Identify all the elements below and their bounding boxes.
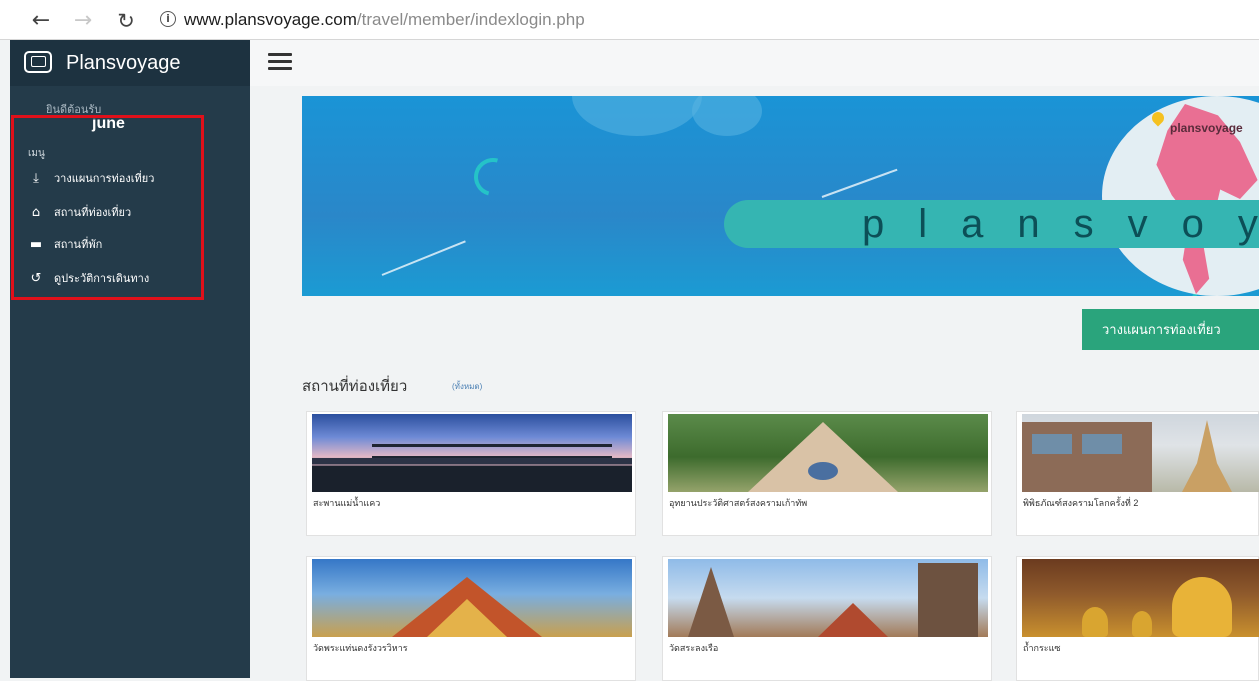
url-host: www.plansvoyage.com <box>184 10 357 29</box>
attraction-card[interactable]: สะพานแม่น้ำแคว <box>306 411 636 536</box>
back-arrow-icon[interactable]: ← <box>28 8 54 34</box>
decor-bubble <box>572 96 702 136</box>
section-title: สถานที่ท่องเที่ยว <box>302 378 408 395</box>
attraction-card[interactable]: วัดสระลงเรือ <box>662 556 992 681</box>
forward-arrow-icon[interactable]: → <box>70 8 96 34</box>
brand-bar[interactable]: Plansvoyage <box>10 40 250 86</box>
attraction-photo <box>312 559 632 637</box>
monitor-icon <box>24 51 52 73</box>
hero-banner: plansvoyage plansvoyage <box>302 96 1259 296</box>
address-bar[interactable]: i www.plansvoyage.com/travel/member/index… <box>160 6 1259 34</box>
attraction-caption: อุทยานประวัติศาสตร์สงครามเก้าทัพ <box>669 498 808 508</box>
attraction-card[interactable]: อุทยานประวัติศาสตร์สงครามเก้าทัพ <box>662 411 992 536</box>
url-path: /travel/member/indexlogin.php <box>356 10 585 29</box>
attraction-caption: วัดสระลงเรือ <box>669 643 719 653</box>
reload-icon[interactable]: ↻ <box>113 8 139 34</box>
attraction-caption: สะพานแม่น้ำแคว <box>313 498 381 508</box>
sidebar: Plansvoyage ยินดีต้อนรับ june เมนู ⤓ วางแ… <box>10 40 250 678</box>
attraction-card[interactable]: พิพิธภัณฑ์สงครามโลกครั้งที่ 2 <box>1016 411 1259 536</box>
annotation-highlight-box <box>11 115 204 300</box>
attraction-photo <box>1022 414 1259 492</box>
attraction-photo <box>312 414 632 492</box>
decor-streak <box>381 240 466 276</box>
attraction-photo <box>668 414 988 492</box>
brand-name: Plansvoyage <box>66 52 181 74</box>
attraction-photo <box>668 559 988 637</box>
menu-toggle-icon[interactable] <box>268 53 292 73</box>
decor-arc <box>467 151 519 203</box>
attraction-caption: ถ้ำกระแซ <box>1023 643 1061 653</box>
attraction-card[interactable]: ถ้ำกระแซ <box>1016 556 1259 681</box>
banner-wordmark: plansvoyage <box>862 202 1259 246</box>
attraction-caption: วัดพระแท่นดงรังวรวิหาร <box>313 643 408 653</box>
map-logo-label: plansvoyage <box>1170 121 1243 135</box>
decor-bubble <box>692 96 762 136</box>
decor-streak <box>821 168 898 198</box>
attraction-caption: พิพิธภัณฑ์สงครามโลกครั้งที่ 2 <box>1023 498 1139 508</box>
info-icon[interactable]: i <box>160 11 176 28</box>
top-bar <box>250 40 1259 86</box>
attraction-card[interactable]: วัดพระแท่นดงรังวรวิหาร <box>306 556 636 681</box>
browser-toolbar: ← → ↻ i www.plansvoyage.com/travel/member… <box>0 0 1259 40</box>
plan-trip-button[interactable]: วางแผนการท่องเที่ยว <box>1082 309 1259 350</box>
view-all-link[interactable]: (ทั้งหมด) <box>452 380 482 393</box>
attraction-photo <box>1022 559 1259 637</box>
